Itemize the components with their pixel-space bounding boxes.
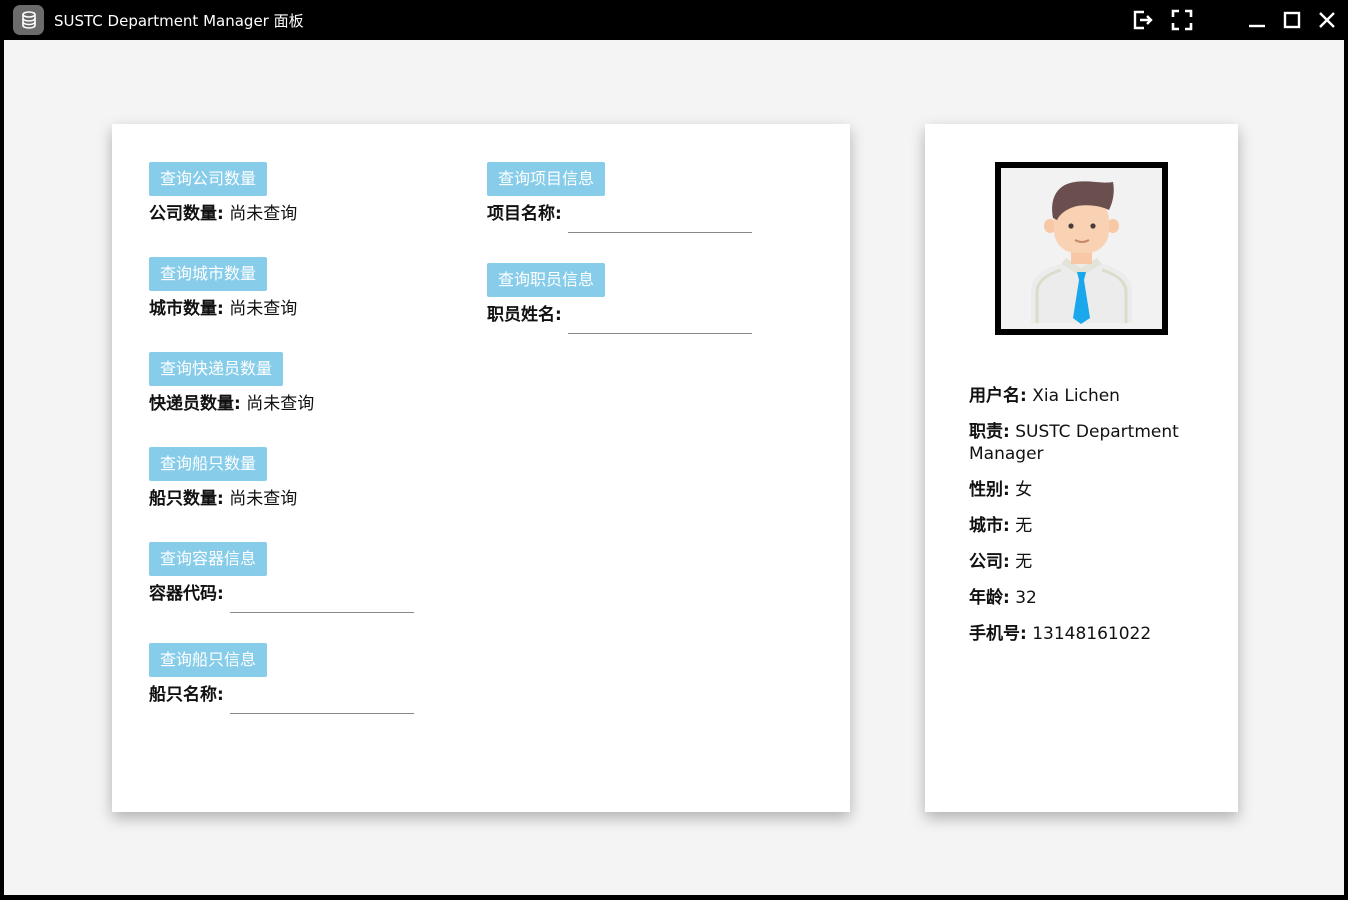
phone-label: 手机号: [969,624,1027,644]
courier-count-line: 快递员数量: 尚未查询 [149,393,314,415]
container-code-label-text: 容器代码: [149,584,224,604]
city-label: 城市: [969,516,1010,536]
query-project-info-button[interactable]: 查询项目信息 [487,162,606,196]
container-code-label: 容器代码: [149,583,224,605]
minimize-icon[interactable] [1242,6,1272,34]
courier-count-value: 尚未查询 [246,394,315,414]
phone-value: 13148161022 [1032,624,1152,644]
company-value: 无 [1015,552,1033,572]
query-ship-count-button[interactable]: 查询船只数量 [149,447,268,481]
ship-count-line: 船只数量: 尚未查询 [149,488,297,510]
company-count-line: 公司数量: 尚未查询 [149,203,297,225]
query-company-count-button[interactable]: 查询公司数量 [149,162,268,196]
ship-name-input[interactable] [230,689,414,714]
database-icon [13,5,44,35]
age-label: 年龄: [969,588,1010,608]
logout-icon[interactable] [1127,6,1157,34]
close-icon[interactable] [1312,6,1342,34]
ship-count-label: 船只数量: [149,489,224,509]
username-row: 用户名: Xia Lichen [969,385,1209,407]
query-courier-count-button[interactable]: 查询快递员数量 [149,352,284,386]
profile-panel: 用户名: Xia Lichen 职责: SUSTC Department Man… [925,124,1238,812]
phone-row: 手机号: 13148161022 [969,623,1209,645]
gender-label: 性别: [969,480,1010,500]
ship-count-value: 尚未查询 [229,489,298,509]
query-container-info-button[interactable]: 查询容器信息 [149,542,268,576]
company-row: 公司: 无 [969,551,1209,573]
query-city-count-button[interactable]: 查询城市数量 [149,257,268,291]
city-count-value: 尚未查询 [229,299,298,319]
ship-name-label: 船只名称: [149,684,224,706]
maximize-icon[interactable] [1277,6,1307,34]
title-bar: SUSTC Department Manager 面板 [0,0,1348,40]
age-row: 年龄: 32 [969,587,1209,609]
age-value: 32 [1015,588,1037,608]
project-name-input[interactable] [568,208,752,233]
container-code-input[interactable] [230,588,414,613]
project-name-label: 项目名称: [487,203,562,225]
city-value: 无 [1015,516,1033,536]
staff-name-label: 职员姓名: [487,304,562,326]
project-name-label-text: 项目名称: [487,204,562,224]
city-row: 城市: 无 [969,515,1209,537]
company-count-value: 尚未查询 [229,204,298,224]
query-panel: 查询公司数量 公司数量: 尚未查询 查询城市数量 城市数量: 尚未查询 查询快递… [112,124,850,812]
fullscreen-icon[interactable] [1167,6,1197,34]
courier-count-label: 快递员数量: [149,394,241,414]
city-count-label: 城市数量: [149,299,224,319]
gender-value: 女 [1015,480,1033,500]
user-avatar-icon [995,162,1168,335]
staff-name-input[interactable] [568,309,752,334]
gender-row: 性别: 女 [969,479,1209,501]
company-label: 公司: [969,552,1010,572]
window-title: SUSTC Department Manager 面板 [54,12,304,30]
role-row: 职责: SUSTC Department Manager [969,421,1209,465]
content-area: 查询公司数量 公司数量: 尚未查询 查询城市数量 城市数量: 尚未查询 查询快递… [4,40,1344,895]
query-ship-info-button[interactable]: 查询船只信息 [149,643,268,677]
city-count-line: 城市数量: 尚未查询 [149,298,297,320]
username-value: Xia Lichen [1032,386,1120,406]
username-label: 用户名: [969,386,1027,406]
company-count-label: 公司数量: [149,204,224,224]
staff-name-label-text: 职员姓名: [487,305,562,325]
role-label: 职责: [969,422,1010,442]
ship-name-label-text: 船只名称: [149,685,224,705]
query-staff-info-button[interactable]: 查询职员信息 [487,263,606,297]
